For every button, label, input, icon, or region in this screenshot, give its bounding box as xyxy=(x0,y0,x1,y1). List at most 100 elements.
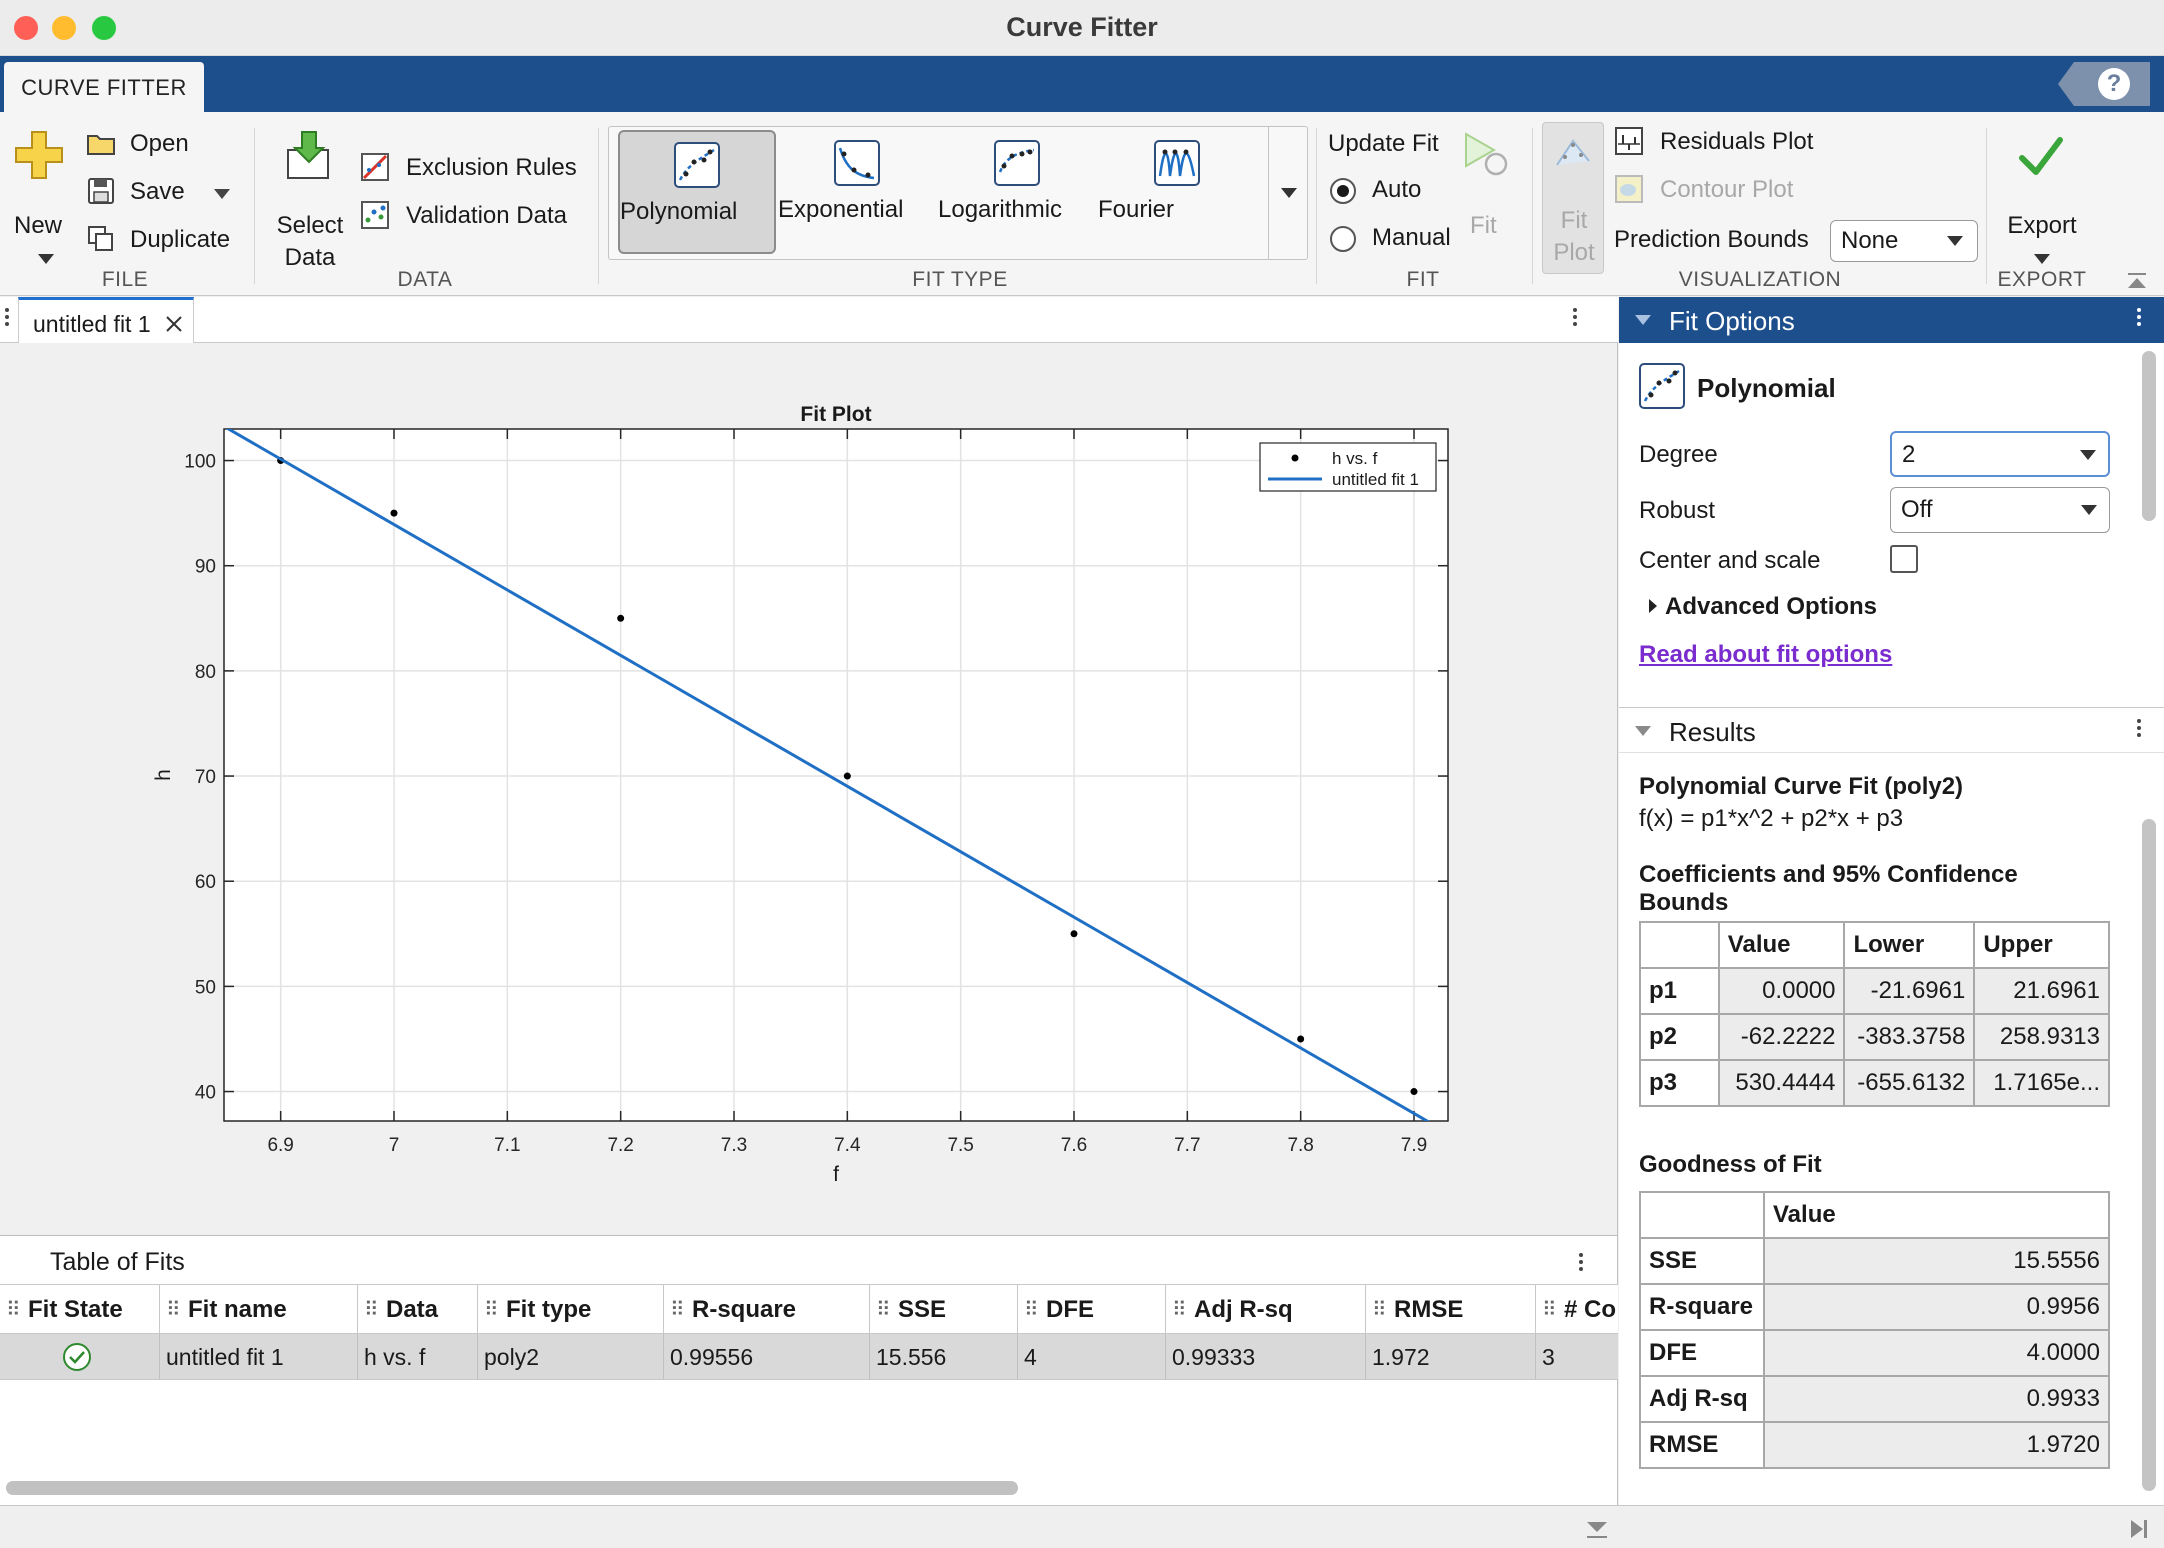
more-options-icon[interactable] xyxy=(1578,1250,1584,1274)
fit-type-label: Logarithmic xyxy=(938,196,1063,223)
tab-curve-fitter[interactable]: CURVE FITTER xyxy=(4,62,204,112)
table-row[interactable]: untitled fit 1 h vs. f poly2 0.99556 15.… xyxy=(0,1334,1618,1380)
robust-dropdown[interactable]: Off xyxy=(1890,487,2110,533)
gof-value: 4.0000 xyxy=(1763,1329,2110,1377)
auto-radio-circle[interactable] xyxy=(1330,178,1356,204)
coefficients-table: Value Lower Upper p1 0.0000 -21.6961 21.… xyxy=(1639,921,2110,1107)
export-button[interactable]: Export xyxy=(1994,130,2090,266)
col-num-coefficients[interactable]: # Co xyxy=(1536,1285,1618,1335)
contour-plot-button[interactable]: Contour Plot xyxy=(1614,174,1974,210)
manual-label: Manual xyxy=(1372,224,1451,251)
chevron-down-icon xyxy=(1281,188,1297,198)
fit-type-fourier[interactable]: Fourier xyxy=(1098,130,1256,254)
floppy-disk-icon xyxy=(88,178,114,204)
table-row: Adj R-sq 0.9933 xyxy=(1639,1375,2110,1423)
manual-radio[interactable]: Manual xyxy=(1328,222,1468,256)
table-row: RMSE 1.9720 xyxy=(1639,1421,2110,1469)
read-about-fit-options-link[interactable]: Read about fit options xyxy=(1639,641,1892,669)
collapse-triangle-icon[interactable] xyxy=(1635,315,1651,325)
table-row: p1 0.0000 -21.6961 21.6961 xyxy=(1639,967,2110,1015)
exclusion-rules-icon xyxy=(361,153,389,181)
col-fit-name[interactable]: Fit name xyxy=(160,1285,358,1335)
fit-type-cell: poly2 xyxy=(478,1334,664,1380)
table-row: SSE 15.5556 xyxy=(1639,1237,2110,1285)
col-sse[interactable]: SSE xyxy=(870,1285,1018,1335)
fit-options-header[interactable]: Fit Options xyxy=(1619,297,2164,343)
polynomial-icon xyxy=(674,142,720,188)
table-row: p2 -62.2222 -383.3758 258.9313 xyxy=(1639,1013,2110,1061)
data-cell: h vs. f xyxy=(358,1334,478,1380)
gof-value: 15.5556 xyxy=(1763,1237,2110,1285)
col-fit-type[interactable]: Fit type xyxy=(478,1285,664,1335)
residuals-plot-label: Residuals Plot xyxy=(1660,128,1814,155)
new-button[interactable]: New xyxy=(8,130,72,268)
exclusion-rules-button[interactable]: Exclusion Rules xyxy=(360,152,600,188)
residuals-plot-button[interactable]: Residuals Plot xyxy=(1614,126,1974,162)
col-r-square[interactable]: R-square xyxy=(664,1285,870,1335)
col-rmse[interactable]: RMSE xyxy=(1366,1285,1536,1335)
collapse-toolstrip-button[interactable] xyxy=(2124,268,2150,294)
y-tick-label: 80 xyxy=(195,662,216,683)
help-button[interactable]: ? xyxy=(2098,68,2130,100)
duplicate-button[interactable]: Duplicate xyxy=(84,224,244,260)
horizontal-scrollbar[interactable] xyxy=(6,1481,1018,1495)
skip-to-end-icon[interactable] xyxy=(2128,1518,2150,1540)
y-tick-label: 90 xyxy=(195,557,216,578)
r-square-cell: 0.99556 xyxy=(664,1334,870,1380)
manual-radio-circle[interactable] xyxy=(1330,226,1356,252)
divider xyxy=(1532,128,1533,284)
save-button[interactable]: Save xyxy=(84,176,244,212)
section-export-label: EXPORT xyxy=(1997,268,2087,291)
exponential-icon xyxy=(834,140,880,186)
document-tab[interactable]: untitled fit 1 xyxy=(18,297,194,343)
expand-down-icon[interactable] xyxy=(1584,1520,1610,1540)
col-fit-state[interactable]: Fit State xyxy=(0,1285,160,1335)
chart-title: Fit Plot xyxy=(800,403,871,426)
y-tick-label: 100 xyxy=(184,452,216,473)
fourier-icon xyxy=(1154,140,1200,186)
advanced-options-toggle[interactable]: Advanced Options xyxy=(1665,593,1877,621)
checkmark-icon xyxy=(2019,137,2063,175)
chevron-down-icon xyxy=(214,189,230,199)
drag-handle-icon[interactable] xyxy=(4,305,10,329)
x-tick-label: 7.8 xyxy=(1287,1135,1313,1156)
gof-value: 0.9933 xyxy=(1763,1375,2110,1423)
fit-type-exponential[interactable]: Exponential xyxy=(778,130,936,254)
fit-label: Fit xyxy=(1470,212,1497,239)
select-data-button[interactable]: Select Data xyxy=(270,130,350,271)
export-label: Export xyxy=(2007,212,2077,239)
center-scale-checkbox[interactable] xyxy=(1890,545,1918,573)
duplicate-label: Duplicate xyxy=(130,226,231,253)
prediction-bounds-dropdown[interactable]: None xyxy=(1830,220,1978,262)
open-button[interactable]: Open xyxy=(84,128,244,164)
col-dfe[interactable]: DFE xyxy=(1018,1285,1166,1335)
results-header[interactable]: Results xyxy=(1619,707,2164,753)
auto-radio[interactable]: Auto xyxy=(1328,174,1448,208)
divider xyxy=(598,128,599,284)
collapse-triangle-icon[interactable] xyxy=(1635,726,1651,736)
more-options-icon[interactable] xyxy=(2136,716,2142,740)
more-options-icon[interactable] xyxy=(1572,305,1578,329)
coef-upper: 258.9313 xyxy=(1973,1013,2110,1061)
col-data[interactable]: Data xyxy=(358,1285,478,1335)
coef-value: -62.2222 xyxy=(1717,1013,1846,1061)
close-icon[interactable] xyxy=(165,315,183,333)
validation-data-button[interactable]: Validation Data xyxy=(360,200,600,236)
fit-type-polynomial[interactable]: Polynomial xyxy=(618,130,776,254)
section-file-label: FILE xyxy=(101,268,149,291)
fit-options-type: Polynomial xyxy=(1697,373,1836,403)
more-options-icon[interactable] xyxy=(2136,305,2142,329)
expand-triangle-icon[interactable] xyxy=(1649,599,1657,613)
gof-metric: SSE xyxy=(1639,1237,1765,1285)
vertical-scrollbar[interactable] xyxy=(2142,819,2156,1491)
col-adj-r-sq[interactable]: Adj R-sq xyxy=(1166,1285,1366,1335)
fit-plot-button[interactable]: Fit Plot xyxy=(1542,122,1604,274)
fit-button[interactable]: Fit xyxy=(1456,130,1516,254)
degree-dropdown[interactable]: 2 xyxy=(1890,431,2110,477)
fit-name-cell: untitled fit 1 xyxy=(160,1334,358,1380)
fit-plot-chart[interactable]: 6.9 7 7.1 7.2 7.3 7.4 7.5 7.6 7.7 7.8 7.9 40 50 60 70 8… xyxy=(0,343,1618,1235)
vertical-scrollbar[interactable] xyxy=(2142,351,2156,521)
fit-type-logarithmic[interactable]: Logarithmic xyxy=(938,130,1096,254)
gallery-expand-button[interactable] xyxy=(1268,126,1308,260)
document-tab-label: untitled fit 1 xyxy=(33,311,151,337)
